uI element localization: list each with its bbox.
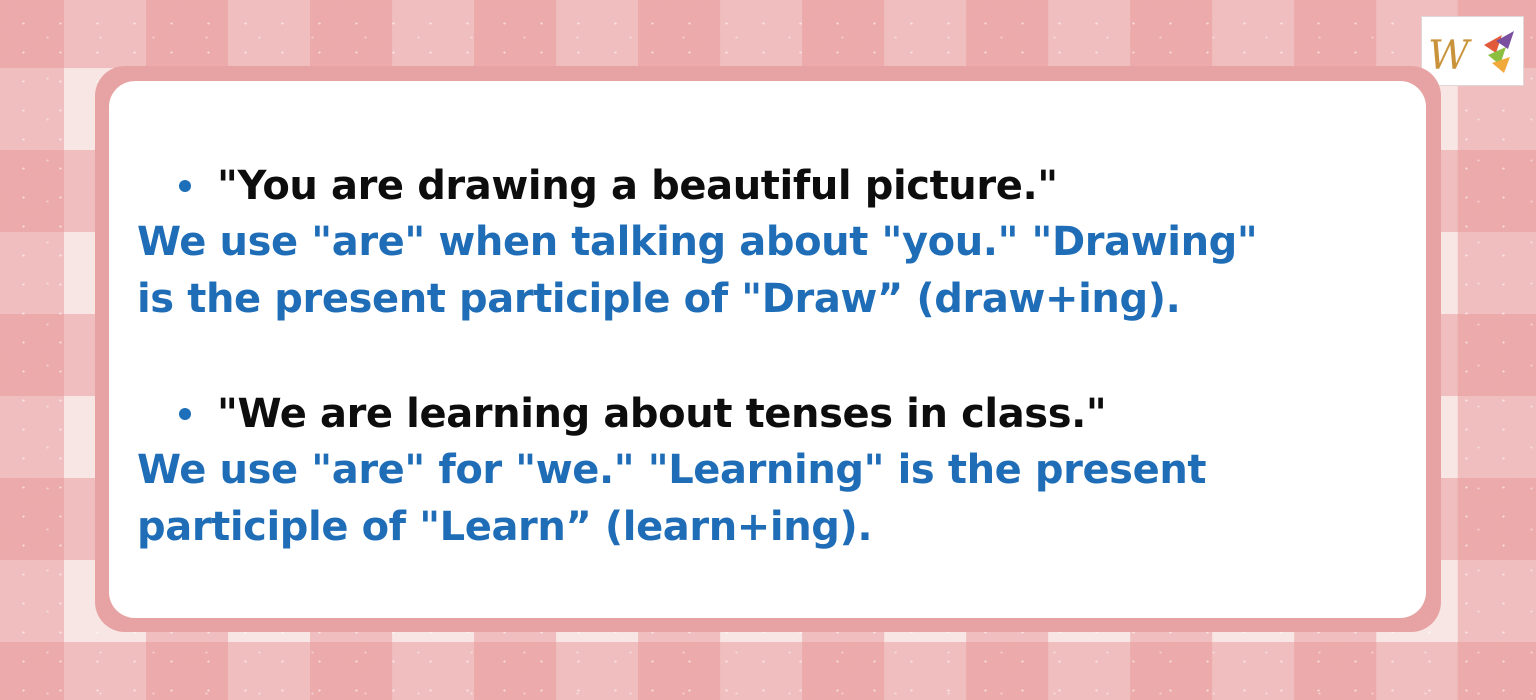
example-sentence-line: "We are learning about tenses in class." (179, 386, 1397, 442)
example-sentence-line: "You are drawing a beautiful picture." (179, 158, 1397, 214)
w-logo-with-arrows-icon: W (1428, 31, 1514, 79)
brand-logo: W (1421, 16, 1524, 86)
bullet-icon (179, 408, 191, 420)
example-item: "We are learning about tenses in class."… (137, 386, 1397, 556)
example-sentence: "We are learning about tenses in class." (217, 391, 1107, 437)
example-item: "You are drawing a beautiful picture." W… (137, 158, 1397, 328)
example-sentence: "You are drawing a beautiful picture." (217, 163, 1058, 209)
bullet-icon (179, 180, 191, 192)
svg-text:W: W (1428, 33, 1472, 79)
example-explanation: We use "are" for "we." "Learning" is the… (137, 447, 1207, 550)
example-explanation: We use "are" when talking about "you." "… (137, 219, 1258, 322)
